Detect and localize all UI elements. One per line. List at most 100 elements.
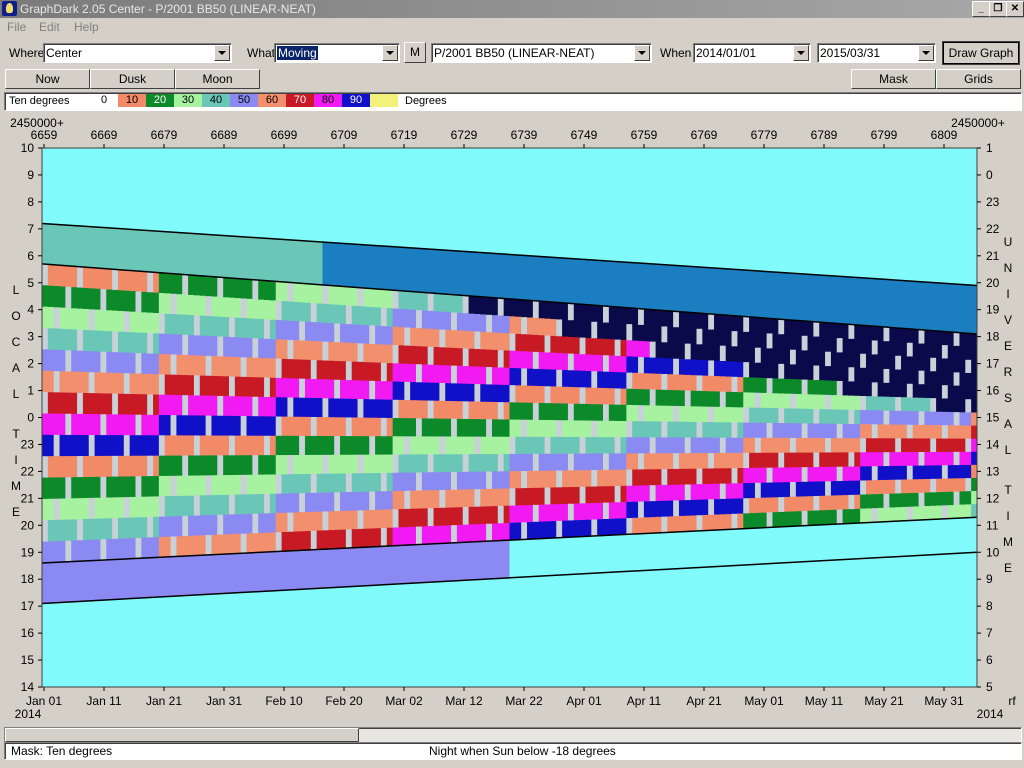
altitude-cell <box>299 454 306 475</box>
altitude-cell <box>304 473 312 494</box>
altitude-cell <box>562 336 569 354</box>
twilight-band <box>795 273 803 321</box>
altitude-cell <box>702 422 709 439</box>
altitude-cell <box>883 507 890 523</box>
altitude-cell <box>544 352 551 370</box>
altitude-cell <box>573 453 581 471</box>
altitude-cell <box>912 506 920 521</box>
now-button[interactable]: Now <box>5 69 90 89</box>
altitude-cell <box>643 373 651 390</box>
horizontal-scrollbar[interactable] <box>4 727 1022 743</box>
left-axis-title-letter: C <box>12 335 21 349</box>
scrollbar-thumb[interactable] <box>5 728 359 742</box>
altitude-cell <box>275 512 283 533</box>
from-date-select[interactable]: 2014/01/01 <box>693 43 811 63</box>
altitude-cell <box>100 393 107 415</box>
chevron-down-icon[interactable] <box>382 45 398 61</box>
altitude-cell <box>854 339 861 354</box>
to-date-select[interactable]: 2015/03/31 <box>817 43 936 63</box>
altitude-cell <box>304 340 312 361</box>
altitude-cell <box>410 418 417 437</box>
altitude-cell <box>836 395 844 411</box>
altitude-cell <box>527 334 534 353</box>
altitude-cell <box>649 453 657 470</box>
altitude-cell <box>135 455 142 477</box>
altitude-cell <box>47 456 55 478</box>
altitude-cell <box>527 351 534 370</box>
close-button[interactable]: ✕ <box>1006 1 1024 17</box>
altitude-cell <box>883 327 890 342</box>
altitude-cell <box>328 341 335 362</box>
m-button[interactable]: M <box>404 42 426 63</box>
altitude-cell <box>924 411 931 426</box>
app-icon[interactable] <box>2 1 17 16</box>
altitude-cell <box>614 388 622 406</box>
twilight-band <box>731 269 738 316</box>
altitude-cell <box>380 381 388 401</box>
altitude-cell <box>871 438 879 453</box>
where-select[interactable]: Center <box>43 43 232 63</box>
altitude-cell <box>223 336 230 358</box>
altitude-cell <box>269 435 277 456</box>
altitude-cell <box>129 373 136 395</box>
altitude-cell <box>433 329 440 348</box>
altitude-cell <box>345 286 353 306</box>
altitude-cell <box>217 395 224 417</box>
altitude-cell <box>661 469 668 486</box>
altitude-cell <box>544 436 551 455</box>
draw-graph-button[interactable]: Draw Graph <box>942 41 1020 65</box>
altitude-cell <box>281 358 288 379</box>
altitude-cell <box>234 415 242 437</box>
mask-button[interactable]: Mask <box>851 69 936 89</box>
altitude-cell <box>392 290 399 310</box>
chevron-down-icon[interactable] <box>793 45 809 61</box>
altitude-cell <box>597 519 604 537</box>
y-tick-label-right: 14 <box>986 437 1000 451</box>
menu-file[interactable]: File <box>7 20 26 34</box>
altitude-cell <box>410 400 417 419</box>
grids-button[interactable]: Grids <box>936 69 1021 89</box>
altitude-cell <box>135 291 142 313</box>
altitude-cell <box>375 325 382 345</box>
moon-button[interactable]: Moon <box>175 69 260 89</box>
what-select[interactable]: Moving <box>274 43 400 63</box>
y-tick-label-right: 20 <box>986 276 1000 290</box>
y-tick-label-right: 1 <box>986 141 993 155</box>
twilight-band <box>521 255 528 301</box>
altitude-cell <box>591 371 598 389</box>
altitude-cell <box>193 275 201 296</box>
twilight-band <box>901 280 908 329</box>
altitude-cell <box>53 349 61 372</box>
y-tick-label-right: 15 <box>986 411 1000 425</box>
altitude-cell <box>924 330 931 345</box>
altitude-cell <box>708 391 715 408</box>
altitude-cell <box>421 328 429 347</box>
altitude-cell <box>491 315 499 334</box>
altitude-cell <box>708 314 715 331</box>
altitude-cell <box>340 379 347 400</box>
altitude-cell <box>936 398 943 413</box>
object-select[interactable]: P/2001 BB50 (LINEAR-NEAT) <box>431 43 652 63</box>
menu-edit[interactable]: Edit <box>39 20 60 34</box>
altitude-cell <box>304 378 312 399</box>
altitude-cell <box>293 454 300 475</box>
maximize-button[interactable]: ❐ <box>989 1 1007 17</box>
dusk-button[interactable]: Dusk <box>90 69 175 89</box>
altitude-cell <box>649 389 657 406</box>
chevron-down-icon[interactable] <box>918 45 934 61</box>
altitude-cell <box>550 403 557 421</box>
chevron-down-icon[interactable] <box>214 45 230 61</box>
altitude-cell <box>65 307 72 330</box>
minimize-button[interactable]: _ <box>972 1 990 17</box>
altitude-cell <box>345 380 353 400</box>
altitude-cell <box>813 438 820 454</box>
altitude-cell <box>579 503 586 521</box>
menu-help[interactable]: Help <box>74 20 99 34</box>
altitude-cell <box>836 423 844 439</box>
altitude-cell <box>714 314 721 331</box>
altitude-cell <box>930 344 937 359</box>
chevron-down-icon[interactable] <box>634 45 650 61</box>
twilight-band <box>918 519 925 556</box>
altitude-cell <box>860 339 867 355</box>
altitude-cell <box>597 305 604 323</box>
